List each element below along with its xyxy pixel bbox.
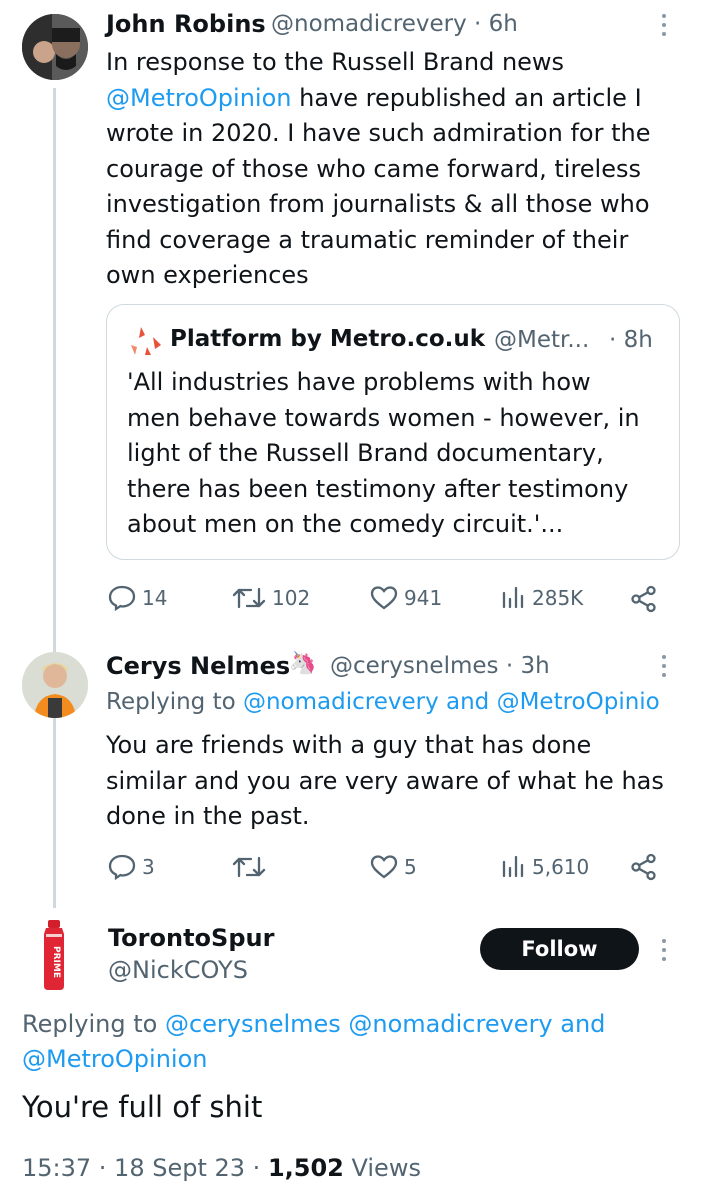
views-count: 1,502	[267, 1154, 344, 1182]
views-button[interactable]: 285K	[500, 585, 583, 611]
share-icon	[631, 853, 656, 881]
author-handle[interactable]: @cerysnelmes · 3h	[330, 653, 550, 679]
avatar[interactable]	[22, 14, 88, 80]
text-line: courage of those who came forward, tirel…	[106, 154, 641, 183]
author-handle[interactable]: @NickCOYS	[108, 956, 248, 984]
reply-count: 14	[142, 586, 168, 610]
reply-icon	[108, 585, 136, 611]
like-count: 5	[404, 855, 417, 879]
quoted-author-handle[interactable]: @Metr...	[494, 327, 589, 353]
reply-button[interactable]: 3	[108, 854, 155, 880]
avatar-photo-icon	[22, 14, 88, 80]
follow-button[interactable]: Follow	[480, 928, 639, 970]
quoted-tweet[interactable]: Platform by Metro.co.uk @Metr... · 8h 'A…	[106, 304, 680, 560]
replying-to-links[interactable]: @cerysnelmes @nomadicrevery and	[165, 1010, 605, 1038]
timestamp[interactable]: 15:37 · 18 Sept 23 ·	[22, 1154, 260, 1182]
views-chart-icon	[502, 855, 524, 878]
share-button[interactable]	[630, 585, 658, 613]
text-line: investigation from journalists & all tho…	[106, 190, 650, 218]
quoted-tweet-text: 'All industries have problems with how m…	[127, 368, 640, 538]
views-count: 5,610	[532, 855, 590, 879]
svg-text:PRIME: PRIME	[51, 946, 61, 978]
like-count: 941	[404, 586, 443, 610]
share-icon	[631, 585, 656, 613]
quoted-author-name[interactable]: Platform by Metro.co.uk	[170, 326, 485, 352]
retweet-button[interactable]	[232, 854, 266, 880]
text-line: @MetroOpinion have republished an articl…	[106, 83, 642, 112]
handle-text[interactable]: @nomadicrevery	[271, 11, 467, 37]
prime-bottle-icon: PRIME	[44, 920, 64, 990]
views-count: 285K	[532, 586, 584, 610]
tweet-time: · 3h	[505, 653, 550, 679]
share-button[interactable]	[630, 853, 658, 881]
replying-to: Replying to @nomadicrevery and @MetroOpi…	[106, 689, 660, 715]
text-line: find coverage a traumatic reminder of th…	[106, 225, 629, 254]
author-name[interactable]: John Robins	[106, 10, 266, 38]
replying-to: Replying to @cerysnelmes @nomadicrevery …	[22, 1010, 606, 1073]
text-line: own experiences	[106, 261, 309, 289]
views-button[interactable]: 5,610	[500, 854, 589, 880]
avatar-photo-icon	[22, 652, 88, 718]
reply-icon	[108, 854, 136, 880]
more-options-icon[interactable]	[661, 14, 667, 41]
unicorn-emoji-icon: 🦄	[289, 651, 317, 676]
thread-connector-line	[53, 88, 56, 908]
tweet-text: You are friends with a guy that has done…	[106, 731, 664, 830]
tweet-time: · 6h	[474, 11, 518, 37]
author-name[interactable]: TorontoSpur	[108, 924, 274, 952]
author-name[interactable]: Cerys Nelmes	[106, 652, 290, 680]
quoted-tweet-time: · 8h	[609, 327, 653, 353]
reply-button[interactable]: 14	[108, 585, 167, 611]
avatar[interactable]	[22, 652, 88, 718]
tweet-text: You're full of shit	[22, 1090, 263, 1124]
metro-logo-icon	[127, 325, 163, 357]
text-line: In response to the Russell Brand news	[106, 48, 565, 76]
tweet-text: In response to the Russell Brand news @M…	[106, 45, 676, 294]
avatar[interactable]: PRIME	[34, 920, 74, 990]
like-button[interactable]: 5	[370, 854, 417, 880]
mention-link[interactable]: @MetroOpinion	[106, 84, 291, 112]
retweet-icon	[232, 856, 266, 878]
views-label: Views	[351, 1154, 421, 1182]
author-handle[interactable]: @nomadicrevery · 6h	[271, 11, 518, 37]
more-options-icon[interactable]	[661, 655, 667, 682]
retweet-icon	[232, 587, 266, 609]
replying-to-links[interactable]: @nomadicrevery and @MetroOpinio	[243, 689, 660, 715]
reply-count: 3	[142, 855, 155, 879]
retweet-button[interactable]: 102	[232, 585, 310, 611]
handle-text[interactable]: @cerysnelmes	[330, 653, 499, 679]
heart-icon	[370, 586, 398, 610]
more-options-icon[interactable]	[661, 939, 667, 966]
heart-icon	[370, 855, 398, 879]
views-chart-icon	[502, 586, 524, 609]
replying-to-links[interactable]: @MetroOpinion	[22, 1045, 207, 1073]
like-button[interactable]: 941	[370, 585, 442, 611]
text-line: wrote in 2020. I have such admiration fo…	[106, 119, 651, 147]
retweet-count: 102	[272, 586, 311, 610]
tweet-metadata: 15:37 · 18 Sept 23 · 1,502 Views	[22, 1154, 421, 1182]
